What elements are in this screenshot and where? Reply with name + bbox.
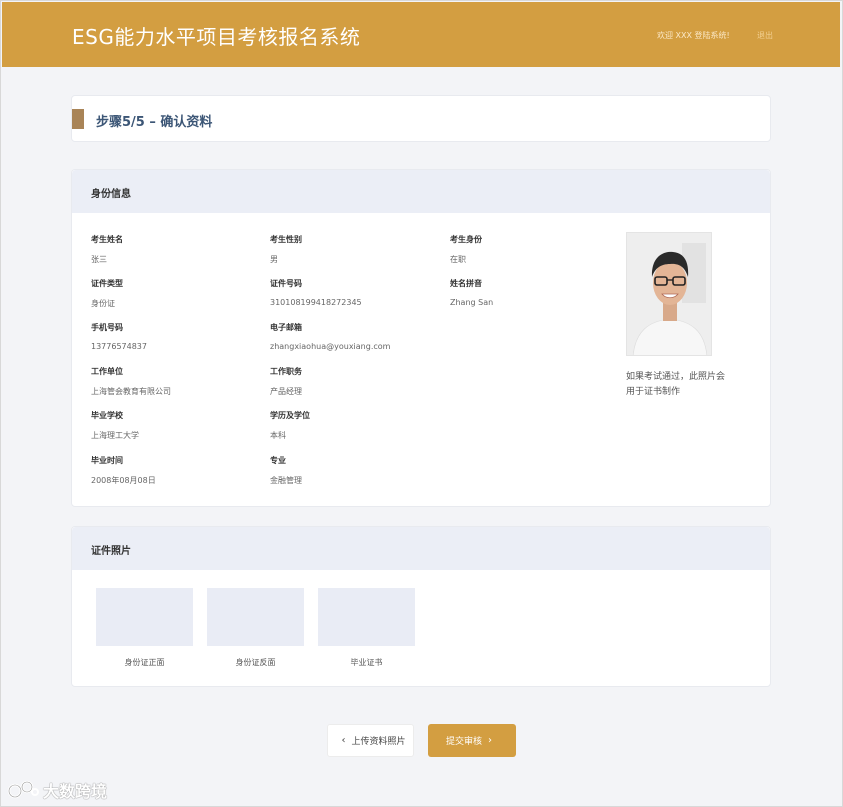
field-school: 毕业学校 上海理工大学 [91, 410, 139, 441]
watermark: 大数跨境 [7, 778, 107, 802]
certificate-section-title: 证件照片 [91, 546, 131, 557]
cert-label: 身份证反面 [235, 658, 276, 667]
field-label: 证件类型 [91, 279, 123, 288]
field-label: 姓名拼音 [450, 279, 482, 288]
field-label: 毕业学校 [91, 411, 123, 420]
cert-label: 毕业证书 [350, 658, 383, 667]
field-label: 毕业时间 [91, 456, 123, 465]
prev-button-label: 上传资料照片 [351, 737, 406, 747]
step-card: 步骤5/5 – 确认资料 [71, 95, 771, 142]
watermark-logo-icon [7, 780, 39, 799]
identity-card: 身份信息 考生姓名 张三 考生性别 男 考生身份 在职 证件类型 身份证 证件号… [71, 169, 771, 507]
field-label: 电子邮箱 [270, 323, 302, 332]
app-title: ESG能力水平项目考核报名系统 [72, 25, 361, 49]
field-gender: 考生性别 男 [270, 234, 302, 265]
id-front-photo-slot[interactable] [96, 588, 193, 646]
candidate-photo [626, 232, 712, 356]
chevron-right-icon: › [488, 735, 492, 746]
field-label: 学历及学位 [270, 411, 310, 420]
field-value: 上海理工大学 [91, 431, 139, 440]
field-value: 男 [270, 255, 278, 264]
field-status: 考生身份 在职 [450, 234, 482, 265]
submit-button-label: 提交审核 [445, 737, 482, 747]
field-id-type: 证件类型 身份证 [91, 278, 123, 309]
field-label: 手机号码 [91, 323, 123, 332]
step-accent-bar [72, 109, 84, 129]
field-grad-date: 毕业时间 2008年08月08日 [91, 455, 156, 486]
field-value: zhangxiaohua@youxiang.com [270, 342, 391, 351]
field-label: 证件号码 [270, 279, 302, 288]
field-employer: 工作单位 上海管会教育有限公司 [91, 366, 171, 397]
field-label: 考生姓名 [91, 235, 123, 244]
field-phone: 手机号码 13776574837 [91, 322, 147, 351]
submit-button[interactable]: 提交审核 › [428, 724, 516, 757]
watermark-text: 大数跨境 [43, 782, 108, 801]
certificate-card: 证件照片 身份证正面 身份证反面 毕业证书 [71, 526, 771, 687]
id-back-photo-slot[interactable] [207, 588, 304, 646]
field-name: 考生姓名 张三 [91, 234, 123, 265]
field-value: 13776574837 [91, 342, 147, 351]
diploma-photo-slot[interactable] [318, 588, 415, 646]
field-label: 考生性别 [270, 235, 302, 244]
field-value: 本科 [270, 431, 286, 440]
field-major: 专业 金融管理 [270, 455, 302, 486]
identity-section-title: 身份信息 [91, 189, 131, 200]
field-id-number: 证件号码 310108199418272345 [270, 278, 362, 307]
field-pinyin: 姓名拼音 Zhang San [450, 278, 493, 307]
field-label: 考生身份 [450, 235, 482, 244]
identity-section-header: 身份信息 [72, 170, 770, 213]
photo-note: 如果考试通过，此照片会用于证书制作 [626, 372, 726, 397]
prev-step-button[interactable]: ‹ 上传资料照片 [327, 724, 414, 757]
field-value: 产品经理 [270, 387, 302, 396]
step-title: 步骤5/5 – 确认资料 [96, 115, 213, 130]
field-value: Zhang San [450, 298, 494, 307]
certificate-section-header: 证件照片 [72, 527, 770, 570]
field-job-title: 工作职务 产品经理 [270, 366, 302, 397]
field-value: 金融管理 [270, 476, 302, 485]
field-value: 身份证 [91, 299, 115, 308]
welcome-text: 欢迎 XXX 登陆系统! [657, 31, 730, 40]
field-value: 在职 [450, 255, 466, 264]
field-email: 电子邮箱 zhangxiaohua@youxiang.com [270, 322, 390, 351]
field-label: 工作职务 [270, 367, 302, 376]
cert-label: 身份证正面 [124, 658, 165, 667]
chevron-left-icon: ‹ [341, 735, 346, 746]
field-label: 专业 [270, 456, 286, 465]
field-label: 工作单位 [91, 367, 123, 376]
logout-link[interactable]: 退出 [757, 30, 773, 41]
field-degree: 学历及学位 本科 [270, 410, 310, 441]
field-value: 上海管会教育有限公司 [91, 387, 171, 396]
field-value: 310108199418272345 [270, 298, 362, 307]
field-value: 张三 [91, 255, 107, 264]
top-header: ESG能力水平项目考核报名系统 欢迎 XXX 登陆系统! 退出 [2, 2, 840, 67]
field-value: 2008年08月08日 [91, 476, 156, 485]
